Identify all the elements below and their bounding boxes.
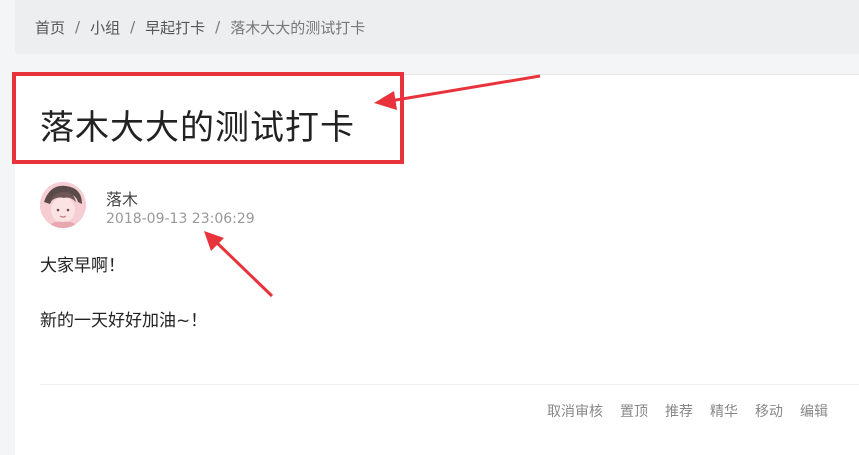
annotation-highlight-box [12, 72, 404, 164]
breadcrumb-groups[interactable]: 小组 [90, 17, 120, 38]
breadcrumb-home[interactable]: 首页 [35, 17, 65, 38]
avatar-image [40, 182, 86, 228]
move-button[interactable]: 移动 [755, 401, 783, 421]
breadcrumb-group-checkin[interactable]: 早起打卡 [145, 17, 205, 38]
breadcrumb-current: 落木大大的测试打卡 [230, 18, 366, 37]
post-paragraph: 大家早啊！ [40, 256, 125, 276]
unapprove-button[interactable]: 取消审核 [547, 401, 603, 421]
breadcrumb-separator: / [75, 18, 81, 36]
author-name[interactable]: 落木 [106, 186, 138, 210]
breadcrumb: 首页 / 小组 / 早起打卡 / 落木大大的测试打卡 [35, 17, 365, 38]
breadcrumb-bar: 首页 / 小组 / 早起打卡 / 落木大大的测试打卡 [15, 0, 859, 54]
post-actions: 取消审核 置顶 推荐 精华 移动 编辑 [547, 401, 845, 421]
post-paragraph: 新的一天好好加油~！ [40, 311, 208, 331]
recommend-button[interactable]: 推荐 [665, 401, 693, 421]
edit-button[interactable]: 编辑 [800, 401, 828, 421]
breadcrumb-separator: / [215, 18, 221, 36]
post-content: 大家早啊！ 新的一天好好加油~！ [40, 258, 207, 330]
avatar[interactable] [40, 182, 86, 228]
pin-button[interactable]: 置顶 [620, 401, 648, 421]
post-time: 2018-09-13 23:06:29 [106, 211, 255, 227]
divider [40, 384, 859, 385]
featured-button[interactable]: 精华 [710, 401, 738, 421]
breadcrumb-separator: / [130, 18, 136, 36]
